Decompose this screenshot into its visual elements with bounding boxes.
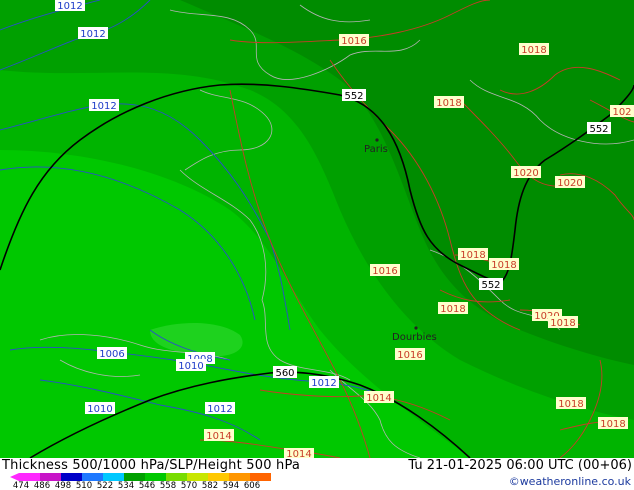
legend-swatch <box>145 473 166 481</box>
legend-tick: 474 <box>12 481 30 490</box>
height-label: 552 <box>344 91 363 102</box>
isobar-label: 1012 <box>207 404 232 415</box>
legend-swatch <box>229 473 250 481</box>
height-label: 552 <box>481 280 500 291</box>
isobar-label: 1012 <box>91 101 116 112</box>
credit-link[interactable]: ©weatheronline.co.uk <box>509 475 631 488</box>
isobar-label: 1010 <box>178 361 203 372</box>
city-label-paris: Paris <box>364 144 388 155</box>
city-marker <box>375 138 379 142</box>
isobar-label: 1018 <box>600 419 625 430</box>
height-label: 552 <box>589 124 608 135</box>
legend-tick: 534 <box>117 481 135 490</box>
legend-swatch <box>124 473 145 481</box>
legend-swatch <box>40 473 61 481</box>
isobar-label: 1018 <box>491 260 516 271</box>
isobar-label: 1020 <box>513 168 538 179</box>
legend-swatch <box>103 473 124 481</box>
legend-tick: 606 <box>243 481 261 490</box>
chart-title: Thickness 500/1000 hPa/SLP/Height 500 hP… <box>2 458 301 473</box>
isobar-label: 102 <box>612 107 631 118</box>
map-footer: Thickness 500/1000 hPa/SLP/Height 500 hP… <box>0 458 634 490</box>
isobar-label: 1018 <box>460 250 485 261</box>
legend-tick: 594 <box>222 481 240 490</box>
legend-swatch <box>187 473 208 481</box>
isobar-label: 1018 <box>558 399 583 410</box>
isobar-label: 1012 <box>311 378 336 389</box>
legend-arrow <box>10 473 19 481</box>
isobar-label: 1018 <box>550 318 575 329</box>
legend-swatch <box>61 473 82 481</box>
isobar-label: 1014 <box>286 449 311 458</box>
isobar-label: 1016 <box>397 350 422 361</box>
isobar-label: 1018 <box>440 304 465 315</box>
legend-tick: 558 <box>159 481 177 490</box>
isobar-label: 1012 <box>57 1 82 12</box>
map-canvas: 1012 1012 1012 1016 1018 1018 1020 1020 … <box>0 0 634 458</box>
legend-swatch <box>19 473 40 481</box>
isobar-label: 1010 <box>87 404 112 415</box>
legend-tick: 570 <box>180 481 198 490</box>
legend-swatch <box>166 473 187 481</box>
legend-tick: 498 <box>54 481 72 490</box>
isobar-label: 1014 <box>206 431 231 442</box>
city-label-dourbies: Dourbies <box>392 332 437 343</box>
legend-swatch <box>250 473 271 481</box>
legend-tick: 582 <box>201 481 219 490</box>
valid-time: Tu 21-01-2025 06:00 UTC (00+06) <box>408 458 632 473</box>
isobar-label: 1016 <box>372 266 397 277</box>
legend-swatch <box>82 473 103 481</box>
isobar-label: 1014 <box>366 393 391 404</box>
legend-tick: 546 <box>138 481 156 490</box>
legend-bar <box>19 473 271 481</box>
isobar-label: 1016 <box>341 36 366 47</box>
isobar-label: 1018 <box>436 98 461 109</box>
weather-map: 1012 1012 1012 1016 1018 1018 1020 1020 … <box>0 0 634 490</box>
legend-tick: 510 <box>75 481 93 490</box>
isobar-label: 1006 <box>99 349 124 360</box>
color-legend: 474 486 498 510 522 534 546 558 570 582 594 606 <box>10 473 309 490</box>
legend-swatch <box>208 473 229 481</box>
city-marker <box>414 326 418 330</box>
isobar-label: 1020 <box>557 178 582 189</box>
isobar-label: 1018 <box>521 45 546 56</box>
legend-tick: 522 <box>96 481 114 490</box>
isobar-label: 1012 <box>80 29 105 40</box>
legend-tick: 486 <box>33 481 51 490</box>
height-label: 560 <box>275 368 294 379</box>
